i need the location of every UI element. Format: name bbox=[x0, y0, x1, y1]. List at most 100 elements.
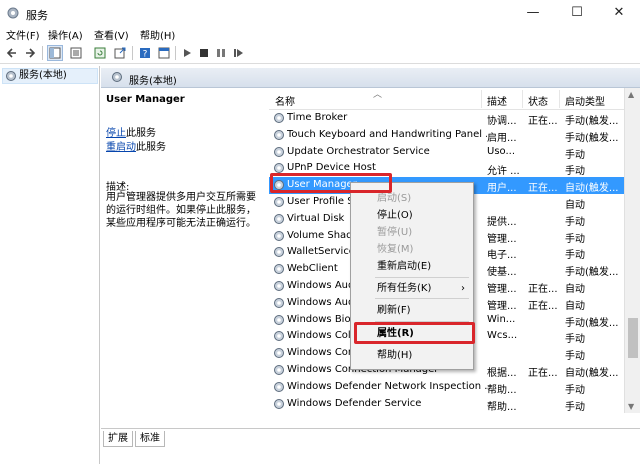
minimize-button[interactable]: — bbox=[512, 0, 554, 26]
service-startup-type-cell: 手动(触发... bbox=[565, 132, 619, 144]
gear-icon bbox=[273, 347, 285, 359]
gear-icon bbox=[273, 280, 285, 292]
service-startup-type-cell: 手动 bbox=[565, 401, 585, 413]
console-tree: 服务(本地) bbox=[0, 66, 100, 464]
toolbar: ? bbox=[0, 42, 640, 64]
service-startup-type-cell: 自动 bbox=[565, 200, 585, 211]
service-name-heading: User Manager bbox=[106, 94, 185, 105]
column-header-name[interactable]: 名称 bbox=[275, 93, 295, 108]
table-row[interactable]: Time Broker 协调... 正在... 手动(触发... bbox=[269, 110, 629, 127]
table-row[interactable]: Touch Keyboard and Handwriting Panel ...… bbox=[269, 127, 629, 144]
title-bar: 服务 — ☐ ✕ bbox=[0, 0, 640, 26]
gear-icon bbox=[273, 230, 285, 242]
stop-service-line: 停止此服务 bbox=[106, 124, 156, 139]
menu-file[interactable]: 文件(F) bbox=[6, 27, 40, 42]
vertical-scrollbar[interactable]: ▲ ▼ bbox=[624, 88, 640, 413]
context-menu-item[interactable]: 恢复(M) bbox=[351, 241, 473, 258]
service-startup-type-cell: 自动 bbox=[565, 300, 585, 312]
menu-view[interactable]: 查看(V) bbox=[94, 27, 129, 42]
context-menu-item[interactable]: 停止(O) bbox=[351, 207, 473, 224]
restart-service-link[interactable]: 重启动 bbox=[106, 142, 136, 153]
panel-header-title: 服务(本地) bbox=[129, 76, 177, 87]
service-name-cell: Windows Defender Service bbox=[287, 397, 422, 409]
tab-standard[interactable]: 标准 bbox=[135, 431, 165, 447]
service-name-cell: Time Broker bbox=[287, 112, 348, 123]
back-arrow-icon[interactable] bbox=[4, 45, 20, 61]
gear-icon bbox=[273, 381, 285, 393]
service-status-cell: 正在... bbox=[528, 116, 558, 127]
refresh-icon[interactable] bbox=[92, 45, 108, 61]
column-header-startup-type[interactable]: 启动类型 bbox=[565, 93, 605, 108]
menu-separator bbox=[375, 298, 469, 299]
scroll-down-arrow-icon[interactable]: ▼ bbox=[628, 402, 634, 411]
table-row[interactable]: Windows Defender Network Inspection ... 帮… bbox=[269, 379, 629, 396]
service-description-cell: Win... bbox=[487, 313, 516, 325]
column-header-status[interactable]: 状态 bbox=[528, 93, 548, 108]
menu-action[interactable]: 操作(A) bbox=[48, 27, 83, 42]
console-tree-icon[interactable] bbox=[47, 45, 63, 61]
restart-service-suffix: 此服务 bbox=[136, 142, 166, 153]
column-header-description[interactable]: 描述 bbox=[487, 93, 507, 108]
svg-text:?: ? bbox=[143, 50, 148, 60]
service-status-cell: 正在... bbox=[528, 368, 558, 379]
service-name-cell: UPnP Device Host bbox=[287, 162, 376, 174]
column-divider[interactable] bbox=[559, 90, 560, 108]
service-description-cell: Uso... bbox=[487, 145, 516, 157]
gear-icon bbox=[273, 364, 285, 376]
gear-icon bbox=[273, 112, 285, 124]
context-menu-item[interactable]: 重新启动(E) bbox=[351, 258, 473, 275]
forward-arrow-icon[interactable] bbox=[22, 45, 38, 61]
service-startup-type-cell: 手动 bbox=[565, 149, 585, 161]
gear-icon bbox=[273, 398, 285, 410]
service-name-cell: Touch Keyboard and Handwriting Panel ... bbox=[287, 128, 487, 140]
service-description-cell: 使基... bbox=[487, 267, 517, 279]
service-status-cell: 正在... bbox=[528, 300, 558, 312]
service-startup-type-cell: 手动 bbox=[565, 351, 585, 363]
service-name-cell: Update Orchestrator Service bbox=[287, 145, 430, 157]
column-divider[interactable] bbox=[522, 90, 523, 108]
restart-icon[interactable] bbox=[230, 45, 246, 61]
context-menu-item[interactable]: 刷新(F) bbox=[351, 302, 473, 319]
menu-bar: 文件(F) 操作(A) 查看(V) 帮助(H) bbox=[0, 26, 640, 42]
sort-ascending-icon: ︿ bbox=[373, 90, 383, 100]
help-icon[interactable]: ? bbox=[137, 45, 153, 61]
context-menu-item[interactable]: 所有任务(K) › bbox=[351, 280, 473, 297]
service-startup-type-cell: 手动(触发... bbox=[565, 317, 619, 329]
service-description-cell: 管理... bbox=[487, 300, 517, 312]
context-menu-item-label: 所有任务(K) bbox=[377, 283, 432, 294]
column-divider[interactable] bbox=[481, 90, 482, 108]
list-view-icon[interactable] bbox=[68, 45, 84, 61]
service-description-cell: 管理... bbox=[487, 284, 517, 295]
service-description-cell: 协调... bbox=[487, 116, 517, 127]
view-tabs: 扩展 标准 bbox=[101, 428, 640, 448]
gear-icon bbox=[273, 146, 285, 158]
service-description-cell: 管理... bbox=[487, 233, 517, 245]
context-menu-item[interactable]: 帮助(H) bbox=[351, 347, 473, 364]
export-icon[interactable] bbox=[112, 45, 128, 61]
properties-icon[interactable] bbox=[156, 45, 172, 61]
close-button[interactable]: ✕ bbox=[598, 0, 640, 26]
context-menu-item-label: 启动(S) bbox=[377, 193, 412, 204]
scrollbar-thumb[interactable] bbox=[628, 318, 638, 358]
tab-extended[interactable]: 扩展 bbox=[103, 431, 133, 447]
highlight-box-properties bbox=[354, 322, 475, 344]
tree-item-services-local[interactable]: 服务(本地) bbox=[2, 68, 98, 84]
scroll-up-arrow-icon[interactable]: ▲ bbox=[628, 90, 634, 99]
gear-icon bbox=[273, 129, 285, 141]
menu-help[interactable]: 帮助(H) bbox=[140, 27, 175, 42]
toolbar-divider bbox=[42, 46, 43, 60]
pause-icon[interactable] bbox=[213, 45, 229, 61]
gear-icon bbox=[273, 314, 285, 326]
service-description-cell: 根据... bbox=[487, 368, 517, 379]
table-row[interactable]: Windows Defender Service 帮助... 手动 bbox=[269, 396, 629, 413]
play-icon[interactable] bbox=[179, 45, 195, 61]
service-name-cell: Windows Defender Network Inspection ... bbox=[287, 380, 487, 392]
toolbar-divider bbox=[175, 46, 176, 60]
gear-icon bbox=[111, 71, 123, 83]
context-menu-item-label: 暂停(U) bbox=[377, 227, 413, 238]
context-menu-item[interactable]: 暂停(U) bbox=[351, 224, 473, 241]
maximize-button[interactable]: ☐ bbox=[556, 0, 598, 26]
service-startup-type-cell: 手动 bbox=[565, 250, 585, 262]
stop-icon[interactable] bbox=[196, 45, 212, 61]
table-row[interactable]: Update Orchestrator Service Uso... 手动 bbox=[269, 144, 629, 161]
